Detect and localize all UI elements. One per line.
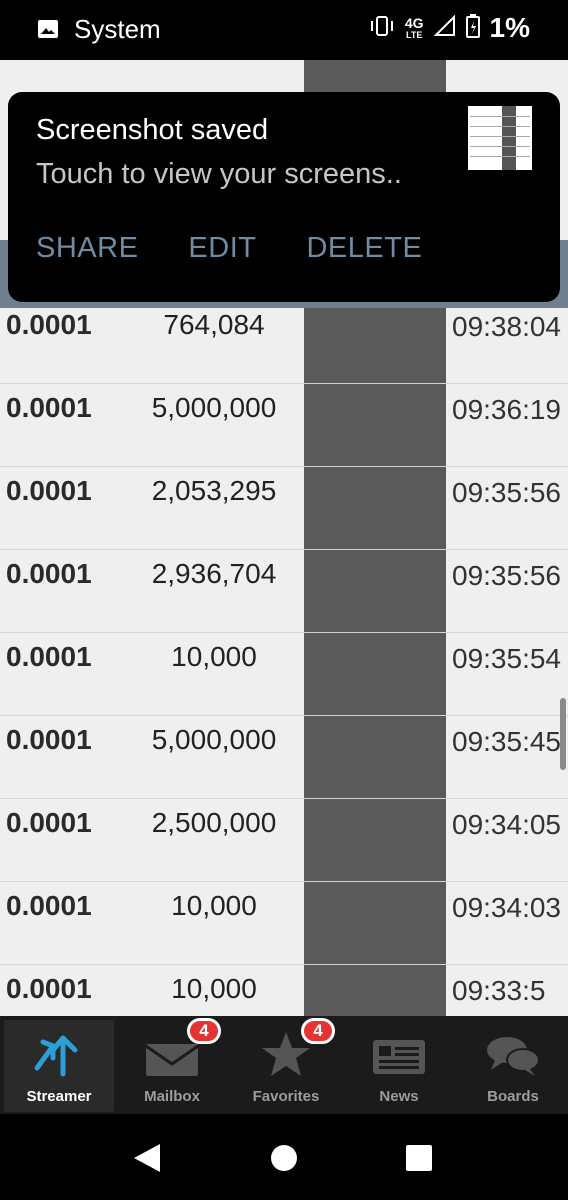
image-icon [38, 20, 58, 38]
notification-actions: SHARE EDIT DELETE [36, 232, 422, 265]
time-cell: 09:36:19 [452, 394, 561, 425]
tab-news-label: News [379, 1088, 419, 1105]
time-cell: 09:34:03 [452, 892, 561, 923]
volume-cell: 10,000 [171, 973, 257, 1004]
thumbnail-line [470, 136, 530, 137]
time-cell: 09:35:56 [452, 560, 561, 591]
volume-cell: 10,000 [171, 641, 257, 672]
thumbnail-line [470, 116, 530, 117]
volume-cell: 2,936,704 [151, 558, 277, 589]
tab-boards-label: Boards [487, 1088, 539, 1105]
tab-boards[interactable]: Boards [458, 1020, 568, 1112]
notification-title: Screenshot saved [36, 114, 269, 146]
table-row[interactable]: 0.0001 10,000 09:34:03 [0, 882, 568, 965]
tab-favorites-label: Favorites [252, 1088, 320, 1105]
network-type: 4G LTE [404, 14, 424, 40]
thumbnail-line [470, 146, 530, 147]
mailbox-badge: 4 [187, 1018, 221, 1044]
price-cell: 0.0001 [6, 392, 92, 423]
time-cell: 09:35:45 [452, 726, 561, 757]
table-row[interactable]: 0.0001 10,000 09:33:5 [0, 965, 568, 1016]
price-cell: 0.0001 [6, 475, 92, 506]
status-bar: System 4G LTE 1% [0, 0, 568, 60]
network-4g-label: 4G [404, 14, 424, 31]
thumbnail-line [470, 126, 530, 127]
signal-icon [433, 14, 456, 42]
tab-favorites[interactable]: 4 Favorites [231, 1018, 341, 1112]
delete-button[interactable]: DELETE [306, 232, 422, 265]
table-row[interactable]: 0.0001 10,000 09:35:54 [0, 633, 568, 716]
price-cell: 0.0001 [6, 724, 92, 755]
status-app-name: System [74, 14, 161, 44]
table-row[interactable]: 0.0001 5,000,000 09:35:45 [0, 716, 568, 799]
table-row[interactable]: 0.0001 2,500,000 09:34:05 [0, 799, 568, 882]
battery-icon [465, 13, 480, 43]
status-right: 4G LTE 1% [369, 12, 530, 44]
edit-button[interactable]: EDIT [188, 232, 256, 265]
volume-cell: 2,500,000 [151, 807, 277, 838]
streamer-arrows-icon [29, 1030, 89, 1078]
recents-icon[interactable] [406, 1145, 432, 1171]
chat-bubbles-icon [483, 1030, 543, 1078]
table-row[interactable]: 0.0001 2,936,704 09:35:56 [0, 550, 568, 633]
volume-cell: 10,000 [171, 890, 257, 921]
volume-cell: 5,000,000 [151, 392, 277, 423]
tab-mailbox[interactable]: 4 Mailbox [117, 1018, 227, 1112]
status-left: System [38, 14, 161, 44]
screenshot-thumbnail[interactable] [468, 106, 532, 170]
time-cell: 09:33:5 [452, 975, 546, 1006]
volume-cell: 764,084 [163, 309, 265, 340]
price-cell: 0.0001 [6, 973, 92, 1004]
network-lte-label: LTE [406, 29, 423, 40]
back-icon[interactable] [134, 1144, 160, 1172]
news-icon [369, 1030, 429, 1078]
price-cell: 0.0001 [6, 309, 92, 340]
time-cell: 09:38:04 [452, 311, 561, 342]
home-icon[interactable] [271, 1145, 297, 1171]
bottom-tab-bar: Streamer 4 Mailbox 4 Favorites News Boar… [0, 1016, 568, 1114]
volume-cell: 2,053,295 [151, 475, 277, 506]
vibrate-icon [369, 15, 395, 42]
share-button[interactable]: SHARE [36, 232, 138, 265]
thumbnail-line [470, 156, 530, 157]
price-cell: 0.0001 [6, 807, 92, 838]
battery-percent: 1% [489, 12, 530, 43]
price-cell: 0.0001 [6, 558, 92, 589]
time-cell: 09:34:05 [452, 809, 561, 840]
favorites-badge: 4 [301, 1018, 335, 1044]
tab-news[interactable]: News [344, 1020, 454, 1112]
time-cell: 09:35:54 [452, 643, 561, 674]
tab-streamer[interactable]: Streamer [4, 1020, 114, 1112]
tab-streamer-label: Streamer [26, 1088, 92, 1105]
system-nav-bar [0, 1114, 568, 1200]
screenshot-notification[interactable]: Screenshot saved Touch to view your scre… [8, 92, 560, 302]
table-row[interactable]: 0.0001 2,053,295 09:35:56 [0, 467, 568, 550]
notification-text: Touch to view your screens.. [36, 158, 402, 190]
price-cell: 0.0001 [6, 641, 92, 672]
tab-mailbox-label: Mailbox [144, 1088, 200, 1105]
scrollbar[interactable] [560, 698, 566, 770]
table-row[interactable]: 0.0001 5,000,000 09:36:19 [0, 384, 568, 467]
table-row[interactable]: 0.0001 764,084 09:38:04 [0, 301, 568, 384]
nav-buttons [134, 1144, 432, 1172]
time-cell: 09:35:56 [452, 477, 561, 508]
price-cell: 0.0001 [6, 890, 92, 921]
volume-cell: 5,000,000 [151, 724, 277, 755]
